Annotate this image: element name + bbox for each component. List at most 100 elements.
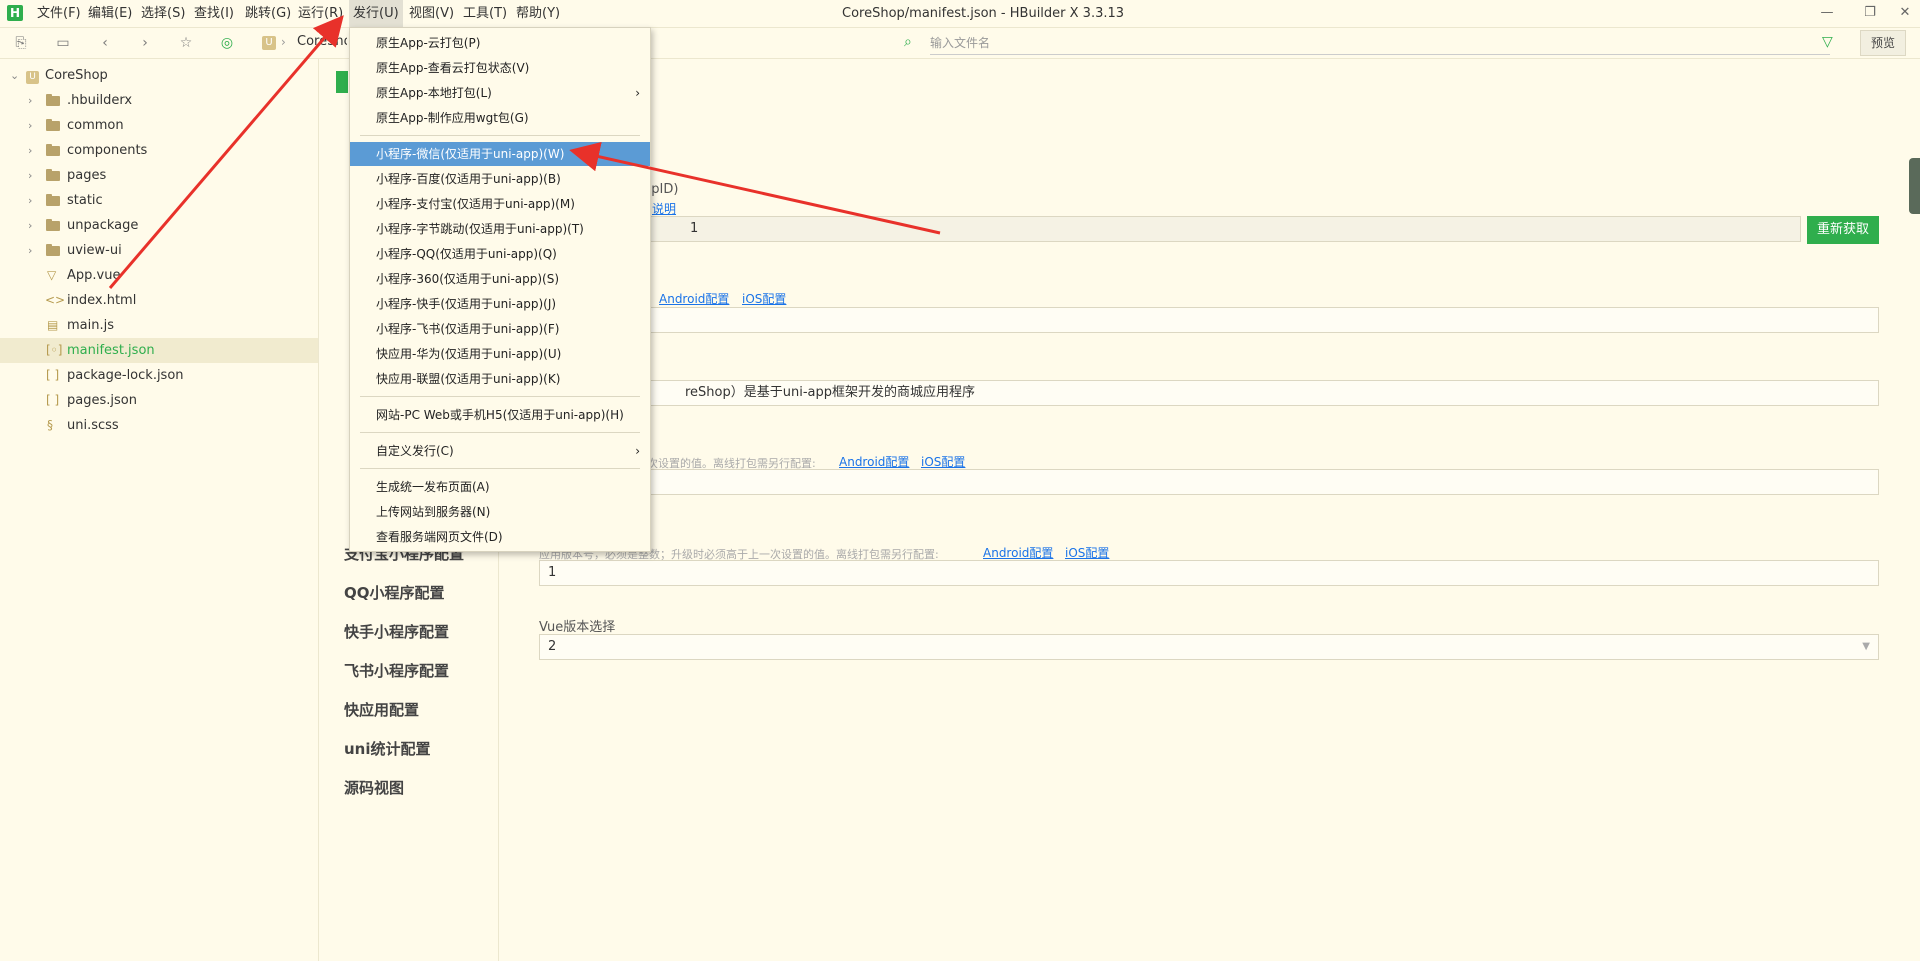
menu-item-h5[interactable]: 网站-PC Web或手机H5(仅适用于uni-app)(H) <box>350 403 650 427</box>
menu-item-app-cloud-pack[interactable]: 原生App-云打包(P) <box>350 31 650 55</box>
tree-item-file[interactable]: ▤ main.js <box>0 313 318 338</box>
chevron-right-icon[interactable]: › <box>28 238 32 263</box>
filter-icon[interactable]: ▽ <box>1822 34 1833 50</box>
tree-item-label: uni.scss <box>67 418 119 433</box>
version-code-input[interactable]: 1 <box>539 560 1879 586</box>
version-code-android-config-link[interactable]: Android配置 <box>983 544 1053 561</box>
nav-item-qq[interactable]: QQ小程序配置 <box>344 582 445 603</box>
tree-item-folder[interactable]: › static <box>0 188 318 213</box>
menu-item-quickapp-huawei[interactable]: 快应用-华为(仅适用于uni-app)(U) <box>350 342 650 366</box>
back-icon[interactable]: ‹ <box>96 34 114 52</box>
chevron-right-icon[interactable]: › <box>28 213 32 238</box>
nav-item-kuaishou[interactable]: 快手小程序配置 <box>344 621 449 642</box>
save-icon[interactable]: ▭ <box>54 34 72 52</box>
tree-item-folder[interactable]: › components <box>0 138 318 163</box>
nav-item-uni-stat[interactable]: uni统计配置 <box>344 738 431 759</box>
menu-item-upload-site[interactable]: 上传网站到服务器(N) <box>350 500 650 524</box>
tree-item-folder[interactable]: › uview-ui <box>0 238 318 263</box>
menu-find[interactable]: 查找(I) <box>190 0 238 27</box>
menu-goto[interactable]: 跳转(G) <box>241 0 295 27</box>
menu-run[interactable]: 运行(R) <box>294 0 347 27</box>
menu-select[interactable]: 选择(S) <box>137 0 189 27</box>
appid-input[interactable]: 1 <box>539 216 1801 242</box>
menu-item-mp-kuaishou[interactable]: 小程序-快手(仅适用于uni-app)(J) <box>350 292 650 316</box>
menu-item-app-cloud-status[interactable]: 原生App-查看云打包状态(V) <box>350 56 650 80</box>
name-ios-config-link[interactable]: iOS配置 <box>742 290 786 307</box>
app-description-input[interactable]: reShop）是基于uni-app框架开发的商城应用程序 <box>539 380 1879 406</box>
menu-edit[interactable]: 编辑(E) <box>84 0 136 27</box>
breadcrumb[interactable]: CoreShop <box>297 34 347 49</box>
chevron-right-icon[interactable]: › <box>28 138 32 163</box>
tree-item-file[interactable]: [ ] package-lock.json <box>0 363 318 388</box>
tree-item-label: package-lock.json <box>67 368 184 383</box>
forward-icon[interactable]: › <box>136 34 154 52</box>
tree-item-folder[interactable]: › .hbuilderx <box>0 88 318 113</box>
menu-item-mp-weixin[interactable]: 小程序-微信(仅适用于uni-app)(W) <box>350 142 650 166</box>
chevron-right-icon[interactable]: › <box>28 163 32 188</box>
nav-item-source-view[interactable]: 源码视图 <box>344 777 404 798</box>
chevron-right-icon[interactable]: › <box>28 88 32 113</box>
run-icon[interactable]: ◎ <box>218 34 236 52</box>
menu-item-mp-qq[interactable]: 小程序-QQ(仅适用于uni-app)(Q) <box>350 242 650 266</box>
tree-item-file[interactable]: <> index.html <box>0 288 318 313</box>
side-panel-handle[interactable] <box>1909 158 1920 214</box>
menu-item-mp-lark[interactable]: 小程序-飞书(仅适用于uni-app)(F) <box>350 317 650 341</box>
menu-item-view-server-files[interactable]: 查看服务端网页文件(D) <box>350 525 650 549</box>
menu-publish[interactable]: 发行(U) <box>349 0 403 27</box>
menu-file[interactable]: 文件(F) <box>33 0 85 27</box>
menu-item-mp-360[interactable]: 小程序-360(仅适用于uni-app)(S) <box>350 267 650 291</box>
hbuilder-logo-icon: H <box>7 5 23 21</box>
menu-item-custom-publish[interactable]: 自定义发行(C) › <box>350 439 650 463</box>
star-icon[interactable]: ☆ <box>177 34 195 52</box>
close-icon[interactable]: ✕ <box>1896 4 1914 22</box>
appid-help-link[interactable]: 说明 <box>652 200 676 217</box>
tree-item-label: CoreShop <box>45 68 108 83</box>
refresh-appid-button[interactable]: 重新获取 <box>1807 216 1879 244</box>
name-android-config-link[interactable]: Android配置 <box>659 290 729 307</box>
chevron-down-icon[interactable]: ⌄ <box>10 63 19 88</box>
nav-item-feishu[interactable]: 飞书小程序配置 <box>344 660 449 681</box>
folder-icon <box>46 244 60 256</box>
project-icon: U <box>262 36 276 50</box>
menu-separator <box>360 135 640 136</box>
toolbar: ⎘ ▭ ‹ › ☆ ◎ U › CoreShop ⌕ ▽ 预览 <box>0 28 1920 59</box>
tree-item-folder[interactable]: › pages <box>0 163 318 188</box>
app-name-input[interactable] <box>539 307 1879 333</box>
tree-item-folder[interactable]: › common <box>0 113 318 138</box>
new-file-icon[interactable]: ⎘ <box>12 34 30 52</box>
menu-tools[interactable]: 工具(T) <box>459 0 511 27</box>
chevron-right-icon[interactable]: › <box>28 113 32 138</box>
chevron-right-icon[interactable]: › <box>28 188 32 213</box>
version-code-ios-config-link[interactable]: iOS配置 <box>1065 544 1109 561</box>
restore-icon[interactable]: ❐ <box>1861 4 1879 22</box>
tree-item-file[interactable]: ▽ App.vue <box>0 263 318 288</box>
menu-item-app-wgt[interactable]: 原生App-制作应用wgt包(G) <box>350 106 650 130</box>
tree-item-project[interactable]: ⌄ U CoreShop <box>0 63 318 88</box>
project-file-tree: ⌄ U CoreShop › .hbuilderx › common › com… <box>0 59 319 961</box>
file-search-input[interactable] <box>930 32 1830 55</box>
menu-help[interactable]: 帮助(Y) <box>512 0 564 27</box>
tree-item-folder[interactable]: › unpackage <box>0 213 318 238</box>
menu-item-mp-baidu[interactable]: 小程序-百度(仅适用于uni-app)(B) <box>350 167 650 191</box>
nav-item-quickapp[interactable]: 快应用配置 <box>344 699 419 720</box>
menu-view[interactable]: 视图(V) <box>405 0 458 27</box>
menu-item-mp-alipay[interactable]: 小程序-支付宝(仅适用于uni-app)(M) <box>350 192 650 216</box>
vue-version-select[interactable]: 2 ▼ <box>539 634 1879 660</box>
tree-item-label: pages.json <box>67 393 137 408</box>
tree-item-label: pages <box>67 168 107 183</box>
tree-item-file-selected[interactable]: [◦] manifest.json <box>0 338 318 363</box>
menu-item-quickapp-union[interactable]: 快应用-联盟(仅适用于uni-app)(K) <box>350 367 650 391</box>
breadcrumb-separator-icon: › <box>281 35 286 49</box>
version-name-android-config-link[interactable]: Android配置 <box>839 453 909 470</box>
chevron-down-icon: ▼ <box>1862 641 1870 652</box>
menu-item-mp-toutiao[interactable]: 小程序-字节跳动(仅适用于uni-app)(T) <box>350 217 650 241</box>
tree-item-label: components <box>67 143 148 158</box>
version-name-ios-config-link[interactable]: iOS配置 <box>921 453 965 470</box>
tree-item-file[interactable]: [ ] pages.json <box>0 388 318 413</box>
minimize-icon[interactable]: — <box>1818 4 1836 22</box>
preview-button[interactable]: 预览 <box>1860 30 1906 56</box>
version-name-input[interactable] <box>539 469 1879 495</box>
menu-item-app-local-pack[interactable]: 原生App-本地打包(L) › <box>350 81 650 105</box>
menu-item-generate-publish-page[interactable]: 生成统一发布页面(A) <box>350 475 650 499</box>
tree-item-file[interactable]: § uni.scss <box>0 413 318 438</box>
